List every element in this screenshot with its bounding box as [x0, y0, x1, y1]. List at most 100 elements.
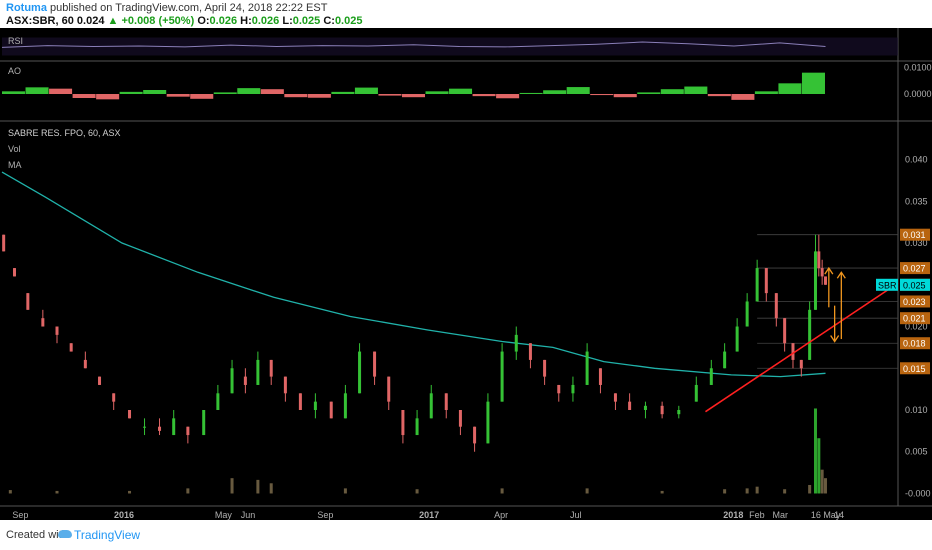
ao-bar [331, 91, 355, 94]
time-tick-label: Sep [12, 510, 28, 520]
volume-bar [256, 479, 260, 494]
author-link[interactable]: Rotuma [6, 2, 47, 14]
ao-bar [49, 88, 73, 94]
candle-body [387, 376, 391, 402]
footer-bar: Created with TradingView [0, 520, 932, 550]
ao-bar [684, 86, 708, 94]
ao-bar [213, 92, 237, 94]
publish-text: published on TradingView.com, April 24, … [50, 2, 328, 14]
ma-line [1, 171, 826, 378]
chart-title: SABRE RES. FPO, 60, ASX [8, 128, 121, 138]
volume-bar [745, 488, 749, 494]
volume-bar [8, 490, 12, 494]
candle-body [764, 268, 768, 294]
low-value: 0.025 [292, 15, 321, 27]
time-tick-label: Apr [494, 510, 508, 520]
candle-body [528, 343, 532, 360]
trend-line [705, 282, 899, 413]
candle-body [709, 368, 713, 385]
candle-body [571, 384, 575, 394]
close-label: C: [323, 15, 335, 27]
candle-body [343, 393, 347, 419]
candle-body [543, 359, 547, 377]
candle-body [256, 359, 260, 385]
symbol-label[interactable]: ASX:SBR, 60 [6, 15, 74, 27]
ao-bar [519, 92, 543, 94]
time-tick-label: 2016 [114, 510, 134, 520]
ao-bar [284, 94, 308, 98]
time-tick-label: 14 [834, 510, 844, 520]
last-price: 0.024 [76, 15, 105, 27]
candle-body [820, 268, 824, 277]
candle-body [69, 343, 73, 352]
candle-body [358, 351, 362, 394]
volume-bar [269, 483, 273, 494]
time-tick-label: May [215, 510, 233, 520]
candle-body [373, 351, 377, 377]
candle-body [613, 393, 617, 402]
ao-bar [637, 92, 661, 94]
candle-body [2, 234, 6, 252]
candle-body [598, 368, 602, 385]
ao-bar [354, 87, 378, 94]
ao-bar [590, 94, 614, 96]
candle-body [13, 268, 17, 277]
price-label: 0.031 [903, 230, 926, 240]
volume-bar [660, 490, 664, 494]
candle-body [514, 334, 518, 352]
volume-bar [755, 486, 759, 494]
candle-body [774, 293, 778, 319]
volume-bar [808, 484, 812, 494]
candle-body [158, 426, 162, 431]
candle-body [83, 359, 87, 369]
publish-info: Rotuma published on TradingView.com, Apr… [6, 2, 327, 14]
change-value: +0.008 (+50%) [121, 15, 195, 27]
ao-bar [25, 87, 49, 94]
volume-bar [55, 490, 59, 494]
open-label: O: [197, 15, 210, 27]
ao-bar [731, 94, 755, 100]
candle-body [55, 326, 59, 335]
ao-bar [472, 94, 496, 97]
ao-bar [237, 88, 261, 94]
candle-body [694, 384, 698, 402]
header-bar: Rotuma published on TradingView.com, Apr… [0, 0, 932, 28]
close-value: 0.025 [334, 15, 363, 27]
ao-bar [260, 89, 284, 94]
candle-body [143, 426, 147, 428]
candle-body [415, 418, 419, 436]
time-tick-label: 2018 [723, 510, 743, 520]
volume-bar [823, 478, 827, 494]
chart-area[interactable]: RSIAO0.01000.00000.0400.0350.0300.0250.0… [0, 28, 932, 520]
tradingview-logo-icon [58, 530, 72, 538]
ao-bar [119, 91, 143, 94]
symbol-info: ASX:SBR, 60 0.024 ▲ +0.008 (+50%) O:0.02… [6, 15, 362, 27]
candle-body [791, 343, 795, 360]
ao-bar [707, 94, 731, 97]
tradingview-brand-link[interactable]: TradingView [74, 528, 140, 542]
ao-bar [660, 89, 684, 94]
candle-body [628, 401, 632, 410]
high-value: 0.026 [251, 15, 280, 27]
candle-body [26, 293, 30, 310]
ao-title: AO [8, 66, 21, 76]
ao-bar [166, 94, 190, 97]
ao-bar [190, 94, 214, 99]
candle-body [783, 318, 787, 344]
volume-bar [820, 469, 824, 494]
price-label: 0.027 [903, 264, 926, 274]
volume-bar [723, 489, 727, 494]
ao-bar [778, 83, 802, 94]
candle-body [172, 418, 176, 436]
candle-body [755, 268, 759, 302]
ao-bar [401, 94, 426, 98]
candle-body [298, 393, 302, 410]
candle-body [823, 276, 827, 285]
time-tick-label: Jun [241, 510, 256, 520]
ao-bar [2, 91, 26, 94]
ao-bar [425, 91, 449, 94]
candle-body [313, 401, 317, 410]
rsi-title: RSI [8, 36, 23, 46]
volume-bar [415, 489, 419, 494]
volume-bar [186, 488, 190, 494]
